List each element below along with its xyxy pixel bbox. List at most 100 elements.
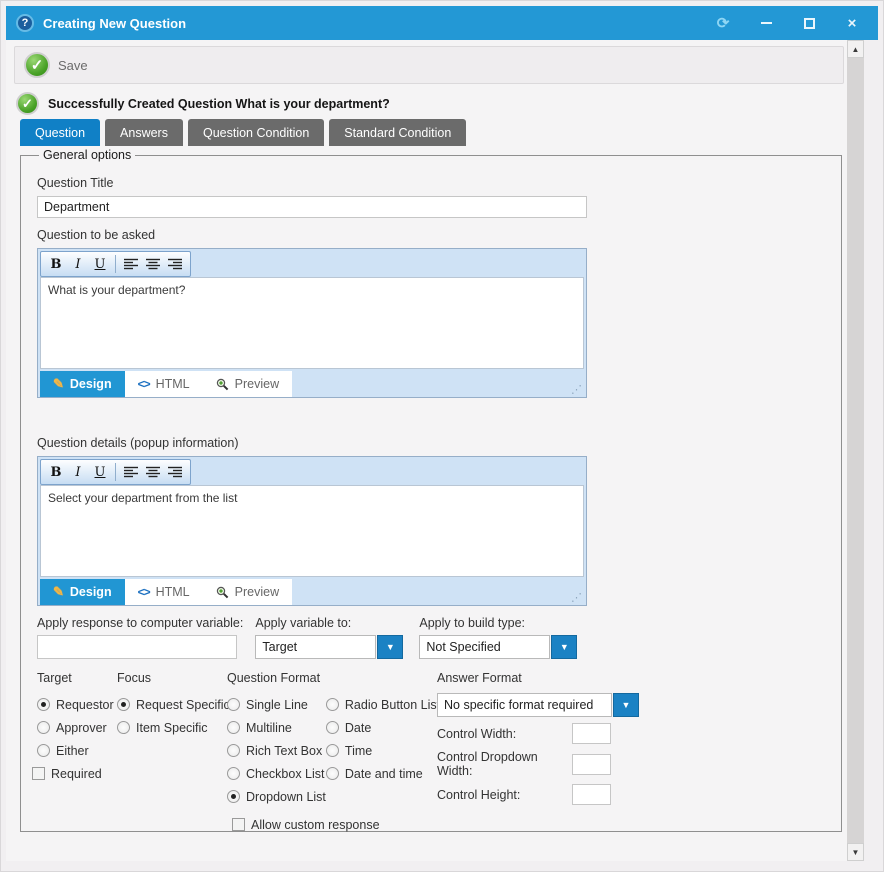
apply-response-input[interactable] bbox=[37, 635, 237, 659]
question-details-label: Question details (popup information) bbox=[37, 436, 841, 450]
tab-question-condition[interactable]: Question Condition bbox=[188, 119, 324, 146]
pencil-icon: ✎ bbox=[53, 376, 64, 392]
window-controls: ⟳ × bbox=[715, 15, 868, 31]
title-bar: ? Creating New Question ⟳ × bbox=[6, 6, 878, 40]
apply-build-dropdown[interactable]: Not Specified ▼ bbox=[419, 635, 577, 659]
radio-icon bbox=[326, 721, 339, 734]
radio-label: Requestor bbox=[56, 698, 114, 712]
resize-grip[interactable]: ⋰ bbox=[571, 385, 582, 396]
radio-radio-button-list[interactable]: Radio Button List bbox=[326, 693, 440, 716]
format-button-panel: B I U bbox=[40, 459, 191, 485]
radio-icon bbox=[117, 698, 130, 711]
align-right-button[interactable] bbox=[165, 254, 185, 274]
bold-button[interactable]: B bbox=[46, 462, 66, 482]
status-row: ✓ Successfully Created Question What is … bbox=[16, 91, 847, 116]
code-icon: <> bbox=[138, 585, 150, 599]
checkbox-required[interactable]: Required bbox=[32, 762, 117, 785]
control-dropdown-width-input[interactable] bbox=[572, 754, 611, 775]
radio-time[interactable]: Time bbox=[326, 739, 440, 762]
preview-tab[interactable]: Preview bbox=[203, 371, 292, 397]
radio-label: Dropdown List bbox=[246, 790, 326, 804]
design-tab[interactable]: ✎Design bbox=[40, 579, 125, 605]
design-tab[interactable]: ✎Design bbox=[40, 371, 125, 397]
answer-format-group: Answer Format No specific format require… bbox=[437, 671, 639, 836]
details-editor-content[interactable]: Select your department from the list bbox=[40, 485, 584, 577]
question-format-label: Question Format bbox=[227, 671, 437, 685]
radio-icon bbox=[227, 744, 240, 757]
control-height-label: Control Height: bbox=[437, 788, 572, 802]
bold-button[interactable]: B bbox=[46, 254, 66, 274]
tab-standard-condition[interactable]: Standard Condition bbox=[329, 119, 466, 146]
dropdown-arrow-button[interactable]: ▼ bbox=[551, 635, 577, 659]
align-right-icon bbox=[168, 466, 182, 478]
radio-requestor[interactable]: Requestor bbox=[37, 693, 117, 716]
apply-response-label: Apply response to computer variable: bbox=[37, 616, 243, 630]
window-title: Creating New Question bbox=[43, 16, 186, 31]
radio-icon bbox=[227, 721, 240, 734]
align-center-icon bbox=[146, 466, 160, 478]
answer-format-dropdown[interactable]: No specific format required ▼ bbox=[437, 693, 639, 717]
radio-dropdown-list[interactable]: Dropdown List bbox=[227, 785, 326, 808]
chevron-down-icon: ▼ bbox=[622, 700, 631, 710]
apply-variable-dropdown[interactable]: Target ▼ bbox=[255, 635, 403, 659]
design-tab-label: Design bbox=[70, 585, 112, 599]
apply-variable-group: Apply variable to: Target ▼ bbox=[255, 616, 403, 659]
html-tab[interactable]: <> HTML bbox=[125, 579, 203, 605]
align-center-button[interactable] bbox=[143, 254, 163, 274]
radio-icon bbox=[37, 698, 50, 711]
vertical-scrollbar[interactable]: ▲ ▼ bbox=[847, 40, 864, 861]
save-toolbar: ✓ Save bbox=[14, 46, 844, 84]
align-center-button[interactable] bbox=[143, 462, 163, 482]
italic-button[interactable]: I bbox=[68, 462, 88, 482]
control-height-input[interactable] bbox=[572, 784, 611, 805]
dropdown-arrow-button[interactable]: ▼ bbox=[613, 693, 639, 717]
radio-label: Either bbox=[56, 744, 89, 758]
question-title-input[interactable] bbox=[37, 196, 587, 218]
underline-icon: U bbox=[95, 465, 106, 480]
apply-build-value: Not Specified bbox=[419, 635, 550, 659]
apply-variable-value: Target bbox=[255, 635, 376, 659]
radio-rich-text-box[interactable]: Rich Text Box bbox=[227, 739, 326, 762]
align-left-button[interactable] bbox=[121, 462, 141, 482]
underline-button[interactable]: U bbox=[90, 462, 110, 482]
html-tab[interactable]: <>HTML bbox=[125, 371, 203, 397]
radio-checkbox-list[interactable]: Checkbox List bbox=[227, 762, 326, 785]
target-group: Target Requestor Approver Either Require… bbox=[37, 671, 117, 836]
html-tab-label: HTML bbox=[156, 585, 190, 599]
control-width-input[interactable] bbox=[572, 723, 611, 744]
question-editor-content[interactable]: What is your department? bbox=[40, 277, 584, 369]
radio-approver[interactable]: Approver bbox=[37, 716, 117, 739]
save-button[interactable]: Save bbox=[58, 58, 88, 73]
dropdown-arrow-button[interactable]: ▼ bbox=[377, 635, 403, 659]
tab-answers[interactable]: Answers bbox=[105, 119, 183, 146]
control-height-row: Control Height: bbox=[437, 784, 611, 805]
toolbar-separator bbox=[115, 463, 116, 481]
underline-button[interactable]: U bbox=[90, 254, 110, 274]
align-right-button[interactable] bbox=[165, 462, 185, 482]
radio-single-line[interactable]: Single Line bbox=[227, 693, 326, 716]
checkbox-allow-custom-response[interactable]: Allow custom response bbox=[232, 813, 437, 836]
refresh-button[interactable]: ⟳ bbox=[715, 15, 731, 31]
maximize-icon bbox=[804, 18, 815, 29]
radio-either[interactable]: Either bbox=[37, 739, 117, 762]
resize-grip[interactable]: ⋰ bbox=[571, 593, 582, 604]
bold-icon: B bbox=[51, 257, 62, 272]
radio-date-and-time[interactable]: Date and time bbox=[326, 762, 440, 785]
radio-item-specific[interactable]: Item Specific bbox=[117, 716, 227, 739]
help-icon[interactable]: ? bbox=[16, 14, 34, 32]
radio-icon bbox=[326, 698, 339, 711]
radio-label: Single Line bbox=[246, 698, 308, 712]
radio-date[interactable]: Date bbox=[326, 716, 440, 739]
close-button[interactable]: × bbox=[844, 15, 860, 31]
radio-multiline[interactable]: Multiline bbox=[227, 716, 326, 739]
preview-tab-label: Preview bbox=[235, 585, 279, 599]
scroll-up-button[interactable]: ▲ bbox=[847, 40, 864, 58]
scroll-down-button[interactable]: ▼ bbox=[847, 843, 864, 861]
italic-button[interactable]: I bbox=[68, 254, 88, 274]
align-left-button[interactable] bbox=[121, 254, 141, 274]
radio-request-specific[interactable]: Request Specific bbox=[117, 693, 227, 716]
minimize-button[interactable] bbox=[758, 15, 774, 31]
maximize-button[interactable] bbox=[801, 15, 817, 31]
tab-question[interactable]: Question bbox=[20, 119, 100, 146]
preview-tab[interactable]: Preview bbox=[203, 579, 292, 605]
